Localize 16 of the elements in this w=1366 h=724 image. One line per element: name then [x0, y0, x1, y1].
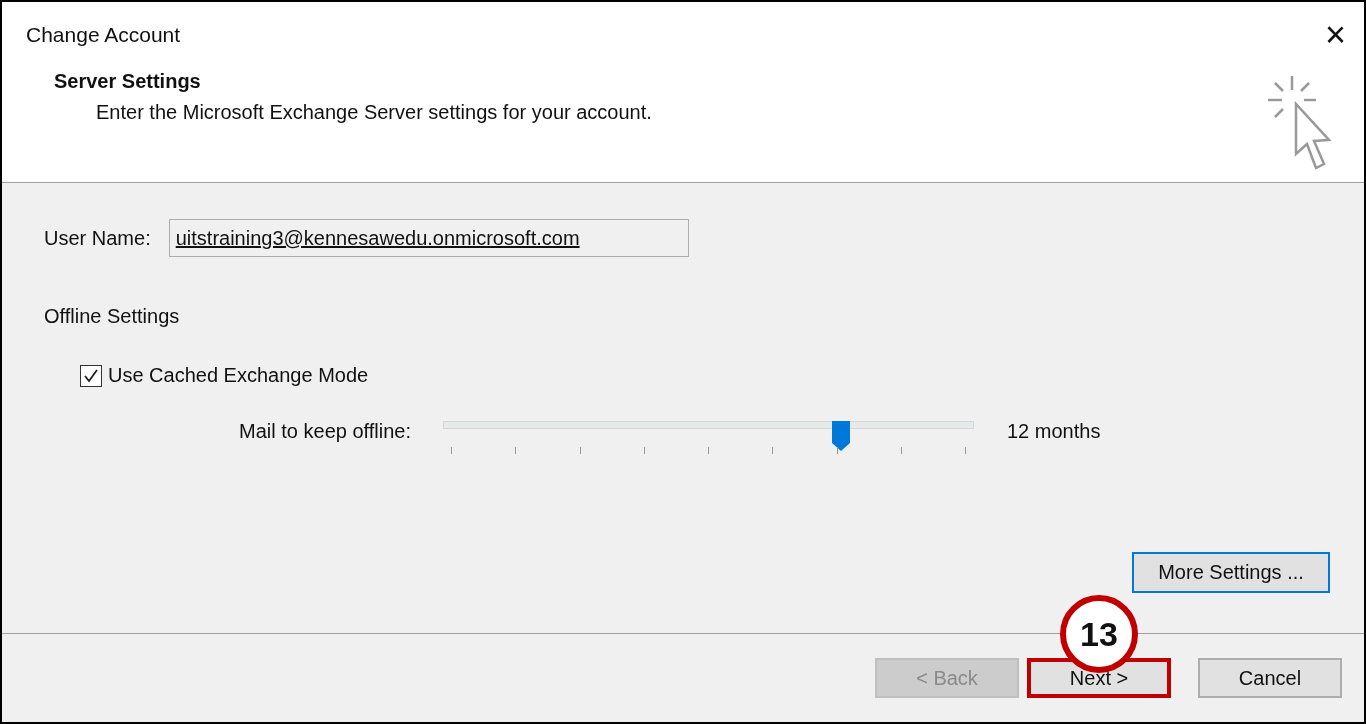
- user-name-field[interactable]: uitstraining3@kennesawedu.onmicrosoft.com: [168, 219, 689, 257]
- slider-value: 12 months: [1007, 419, 1101, 443]
- cancel-button[interactable]: Cancel: [1198, 658, 1342, 698]
- slider-track[interactable]: [443, 421, 974, 455]
- checkbox[interactable]: [80, 364, 102, 387]
- next-button[interactable]: Next >: [1027, 658, 1171, 698]
- page-heading: Server Settings: [54, 70, 202, 93]
- close-button[interactable]: ×: [1324, 17, 1346, 53]
- user-name-label: User Name:: [44, 226, 151, 250]
- slider-thumb[interactable]: [832, 421, 851, 451]
- window-title: Change Account: [26, 23, 181, 47]
- page-subtitle: Enter the Microsoft Exchange Server settings for your account.: [96, 101, 652, 124]
- slider-label: Mail to keep offline:: [238, 419, 411, 443]
- section-heading: Offline Settings: [44, 305, 181, 328]
- checkbox-label: Use Cached Exchange Mode: [108, 364, 369, 387]
- more-settings-button[interactable]: More Settings ...: [1132, 552, 1330, 593]
